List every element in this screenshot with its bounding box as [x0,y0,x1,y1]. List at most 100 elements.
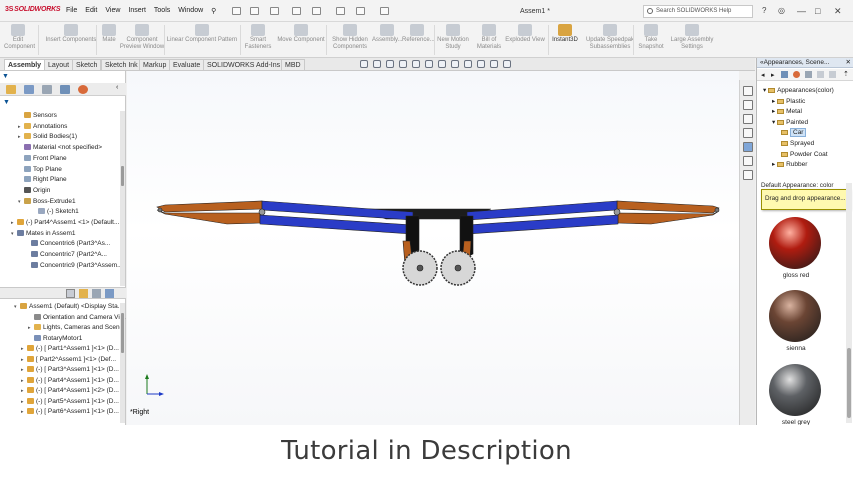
zoom-to-fit-icon[interactable] [360,60,368,68]
view-orientation-icon[interactable] [425,60,433,68]
tree-bottom-scrollbar[interactable] [120,303,125,423]
ribbon-edit-component-button[interactable]: Edit Component [4,24,35,51]
config-tool-icon[interactable] [92,289,101,298]
options-icon[interactable] [380,7,389,15]
design-library-icon[interactable] [743,114,753,124]
tree-item[interactable]: ▸ (-) [ Part4^Assem1 ]<1> (D... [0,376,126,386]
right-orange-link-lower[interactable] [617,210,720,225]
appearance-folder[interactable]: ▸ Metal [757,107,853,117]
zoom-area-icon[interactable] [373,60,381,68]
tree-item[interactable]: ▸ (-) Part4^Assem1 <1> (Default... [0,218,126,228]
tree-scrollbar[interactable] [120,111,125,286]
menu-window[interactable]: Window [178,7,203,15]
tree-item[interactable]: ▾ Assem1 (Default) <Display Sta... [0,302,126,312]
help-icon[interactable]: ? [762,6,766,15]
section-view-icon[interactable] [399,60,407,68]
tree-item[interactable]: ▸ Annotations [0,122,126,132]
ribbon-component-preview-window-button[interactable]: Component Preview Window [118,24,166,51]
ribbon-exploded-view-button[interactable]: Exploded View [503,24,547,44]
pin-left-joint[interactable] [258,208,266,216]
tab-layout[interactable]: Layout [44,59,74,70]
pin-right-joint[interactable] [613,208,621,216]
left-gear-hub[interactable] [416,264,424,272]
appearance-swatch[interactable] [769,364,821,416]
rebuild-icon[interactable] [356,7,365,15]
ribbon-show-hidden-components-button[interactable]: Show Hidden Components [328,24,372,51]
tree-item[interactable]: ▸ (-) [ Part6^Assem1 ]<1> (D... [0,407,126,417]
forward-icon[interactable]: ▸ [771,71,775,79]
appearance-folder[interactable]: Powder Coat [757,150,853,160]
menu-edit[interactable]: Edit [85,7,97,15]
left-orange-link-lower[interactable] [156,209,261,225]
tree-scroll-thumb[interactable] [121,166,124,186]
ribbon-new-motion-study-button[interactable]: New Motion Study [436,24,470,51]
tab-sketch[interactable]: Sketch [72,59,102,70]
tree-item[interactable]: Front Plane [0,154,126,164]
ribbon-instant3d-button[interactable]: Instant3D [550,24,580,44]
ribbon-update-speedpak-subassemblies-button[interactable]: Update Speedpak Subassemblies [585,24,635,51]
tab-markup[interactable]: Markup [139,59,171,70]
appearance-swatch[interactable] [769,290,821,342]
print-icon[interactable] [292,7,301,15]
tree-item[interactable]: ▾ Boss-Extrude1 [0,197,126,207]
pin-right-end[interactable] [714,207,720,213]
ribbon-large-assembly-settings-button[interactable]: Large Assembly Settings [666,24,718,51]
tree-item[interactable]: ▸ (-) [ Part3^Assem1 ]<1> (D... [0,365,126,375]
minimize-button[interactable]: — [797,6,806,16]
pin-left-end[interactable] [157,207,163,213]
solidworks-logo[interactable]: 3SSOLIDWORKS [5,6,61,13]
menu-file[interactable]: File [66,7,77,15]
apply-scene-icon[interactable] [477,60,485,68]
tree-item[interactable]: Material <not specified> [0,143,126,153]
back-icon[interactable]: ◂ [761,71,765,79]
tab-evaluate[interactable]: Evaluate [169,59,205,70]
tree-item[interactable]: ▸ Solid Bodies(1) [0,132,126,142]
view-settings-icon[interactable] [490,60,498,68]
restore-button[interactable]: □ [815,6,820,16]
resources-icon[interactable] [743,100,753,110]
previous-view-icon[interactable] [386,60,394,68]
tree-item[interactable]: Concentric7 (Part2^A... [0,250,126,260]
display-manager-tab-icon[interactable] [78,85,88,94]
property-tool-icon[interactable] [105,289,114,298]
dynamic-annotation-icon[interactable] [412,60,420,68]
display-style-icon[interactable] [438,60,446,68]
ribbon-mate-button[interactable]: Mate [99,24,119,44]
tree-item[interactable]: ▸[ Part2^Assem1 ]<1> (Def... [0,355,126,365]
display-pane-icon[interactable] [503,60,511,68]
tab-assembly[interactable]: Assembly [4,59,46,70]
menu-view[interactable]: View [105,7,120,15]
tree-item[interactable]: ▸ (-) [ Part5^Assem1 ]<1> (D... [0,397,126,407]
collapse-chevron-icon[interactable]: ‹ [116,84,118,91]
home-folder-icon[interactable] [781,71,788,78]
ribbon-linear-component-pattern-button[interactable]: Linear Component Pattern [166,24,238,44]
tree-item[interactable]: ▸ Lights, Cameras and Scene [0,323,126,333]
ribbon-smart-fasteners-button[interactable]: Smart Fasteners [242,24,274,51]
add-folder-icon[interactable] [805,71,812,78]
refresh-icon[interactable] [817,71,824,78]
menu-insert[interactable]: Insert [128,7,146,15]
dimxpert-tab-icon[interactable] [60,85,70,94]
appearance-folder[interactable]: ▸ Rubber [757,160,853,170]
swatch-scroll-thumb[interactable] [847,348,851,418]
appearance-folder[interactable]: Car [757,128,853,138]
tree-item[interactable]: Top Plane [0,165,126,175]
menu-tools[interactable]: Tools [154,7,170,15]
ribbon-reference-button[interactable]: Reference... [402,24,435,44]
filter-tool-icon[interactable] [66,289,75,298]
ribbon-bill-of-materials-button[interactable]: Bill of Materials [474,24,504,51]
tree-item[interactable]: Orientation and Camera Vie... [0,313,126,323]
swatch-scrollbar[interactable] [846,183,852,423]
save-icon[interactable] [270,7,279,15]
ribbon-move-component-button[interactable]: Move Component [274,24,328,44]
assembly-model[interactable] [127,71,739,425]
appearance-folder[interactable]: ▾ Appearances(color) [757,86,853,96]
tree-item[interactable]: ▾ Mates in Assem1 [0,229,126,239]
search-help-input[interactable]: Search SOLIDWORKS Help [643,5,753,18]
left-orange-link-upper[interactable] [156,200,263,213]
tree-item[interactable]: RotaryMotor1 [0,334,126,344]
appearance-swatch[interactable] [769,217,821,269]
tree-item[interactable]: Concentric9 (Part3^Assem... [0,261,126,271]
tree-item[interactable]: Concentric6 (Part3^As... [0,239,126,249]
appearance-folder[interactable]: ▾ Painted [757,118,853,128]
